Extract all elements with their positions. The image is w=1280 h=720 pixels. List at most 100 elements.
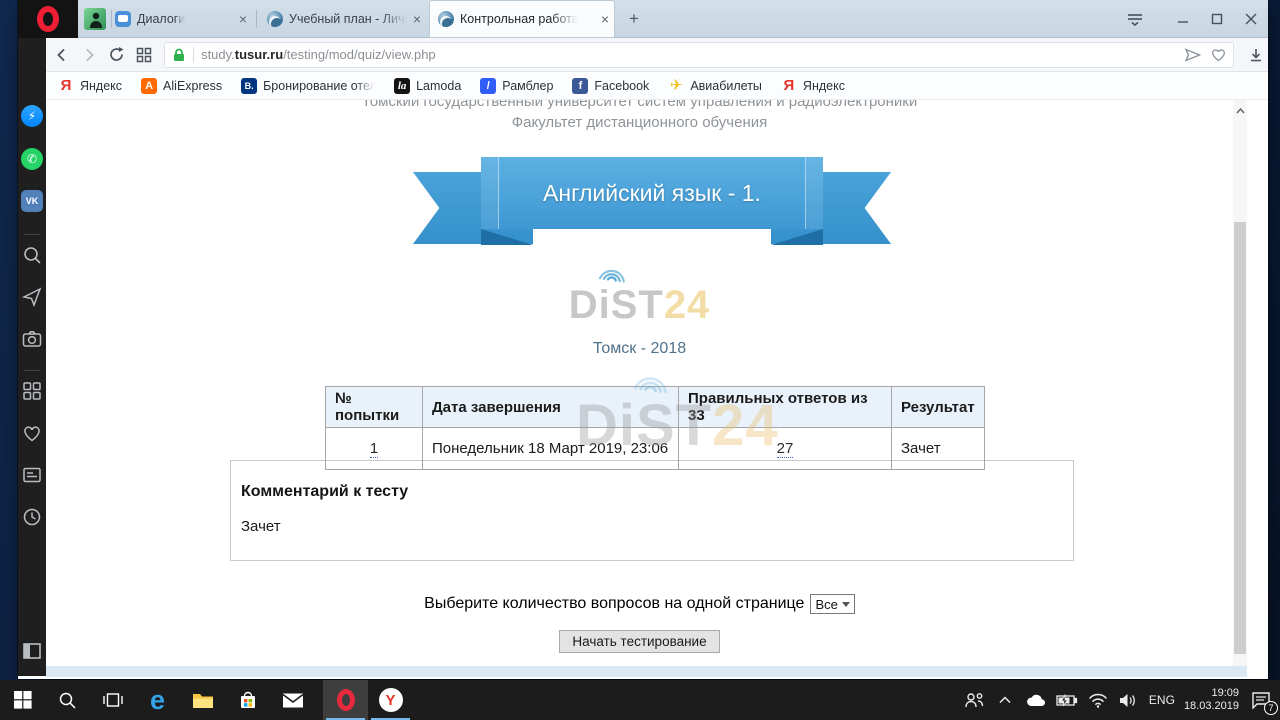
people-icon[interactable]: [963, 689, 985, 711]
table-header-row: № попытки Дата завершения Правильных отв…: [326, 387, 985, 428]
personal-news-icon[interactable]: [21, 464, 43, 486]
questions-per-page-row: Выберите количество вопросов на одной ст…: [46, 594, 1233, 614]
windows-logo-icon: [14, 691, 32, 709]
my-flow-icon[interactable]: [21, 286, 43, 308]
url-text[interactable]: study.tusur.ru/testing/mod/quiz/view.php: [201, 47, 436, 62]
rambler-icon: /: [480, 78, 496, 94]
bookmark-label: Яндекс: [80, 79, 122, 93]
windows-taskbar: e Y: [0, 680, 1280, 720]
mail-button[interactable]: [270, 680, 315, 720]
language-indicator[interactable]: ENG: [1149, 693, 1175, 707]
tab-study-plan[interactable]: Учебный план - Личный ×: [259, 0, 427, 38]
action-center-button[interactable]: 7: [1248, 687, 1274, 713]
opera-logo-icon: [37, 6, 59, 32]
new-tab-button[interactable]: +: [622, 7, 646, 31]
page-scrollbar[interactable]: [1233, 100, 1247, 666]
show-hidden-icons-chevron[interactable]: [994, 689, 1016, 711]
bookmark-label: AliExpress: [163, 79, 222, 93]
pinned-tab[interactable]: [84, 8, 106, 30]
tab-menu-icon[interactable]: [1118, 0, 1152, 38]
bookmarks-bar: Я Яндекс A AliExpress B. Бронирование от…: [46, 72, 1268, 100]
scrollbar-thumb[interactable]: [1234, 222, 1246, 654]
start-test-button[interactable]: Начать тестирование: [559, 630, 719, 653]
logo-text-accent: 24: [664, 283, 711, 327]
vk-icon[interactable]: VK: [21, 190, 43, 212]
speed-dial-icon[interactable]: [21, 380, 43, 402]
correct-answers-link[interactable]: 27: [777, 440, 794, 458]
volume-icon[interactable]: [1118, 689, 1140, 711]
close-button[interactable]: [1234, 0, 1268, 38]
bookmark-yandex-2[interactable]: Я Яндекс: [781, 78, 845, 94]
messenger-icon[interactable]: ⚡: [21, 105, 43, 127]
bookmark-yandex[interactable]: Я Яндекс: [58, 78, 122, 94]
wifi-icon[interactable]: [1087, 689, 1109, 711]
header-finished: Дата завершения: [423, 387, 679, 428]
microsoft-store-button[interactable]: [225, 680, 270, 720]
whatsapp-icon[interactable]: ✆: [21, 148, 43, 170]
task-view-button[interactable]: [90, 680, 135, 720]
comment-title: Комментарий к тесту: [241, 483, 408, 501]
tab-title: Контрольная работа по д: [460, 12, 578, 26]
scroll-up-icon[interactable]: [1233, 104, 1247, 118]
edge-button[interactable]: e: [135, 680, 180, 720]
forward-icon[interactable]: [78, 43, 102, 67]
bookmark-facebook[interactable]: f Facebook: [572, 78, 649, 94]
tab-dialogs[interactable]: Диалоги ×: [115, 0, 253, 38]
opera-menu-button[interactable]: [18, 0, 78, 38]
secure-lock-icon[interactable]: [171, 47, 187, 63]
minimize-button[interactable]: [1166, 0, 1200, 38]
dist24-logo: DiST24: [46, 283, 1233, 328]
attempt-link[interactable]: 1: [370, 440, 378, 458]
bookmark-aviabilety[interactable]: ✈ Авиабилеты: [668, 78, 762, 94]
address-bar[interactable]: study.tusur.ru/testing/mod/quiz/view.php: [164, 42, 1234, 68]
start-button[interactable]: [0, 680, 45, 720]
maximize-button[interactable]: [1200, 0, 1234, 38]
page-content: Томский государственный университет сист…: [46, 100, 1247, 677]
notification-badge: 7: [1264, 701, 1278, 715]
yandex-browser-button[interactable]: Y: [368, 680, 413, 720]
bookmark-rambler[interactable]: / Рамблер: [480, 78, 553, 94]
bookmark-label: Lamoda: [416, 79, 461, 93]
reload-icon[interactable]: [105, 43, 129, 67]
opera-sidebar: ⚡ ✆ VK: [18, 38, 46, 676]
start-button-row: Начать тестирование: [46, 630, 1233, 653]
time: 19:09: [1184, 687, 1239, 700]
tab-close-icon[interactable]: ×: [407, 11, 427, 27]
wifi-arcs-icon: [596, 259, 629, 285]
bookmarks-heart-icon[interactable]: [21, 422, 43, 444]
bookmark-lamoda[interactable]: la Lamoda: [394, 78, 461, 94]
onedrive-cloud-icon[interactable]: [1025, 689, 1047, 711]
bookmark-heart-icon[interactable]: [1210, 47, 1227, 62]
booking-icon: B.: [241, 78, 257, 94]
questions-per-page-select[interactable]: Все: [810, 594, 854, 614]
opera-taskbar-button[interactable]: [323, 680, 368, 720]
bookmark-label: Яндекс: [803, 79, 845, 93]
history-clock-icon[interactable]: [21, 506, 43, 528]
download-icon[interactable]: [1244, 43, 1268, 67]
clock[interactable]: 19:09 18.03.2019: [1184, 687, 1239, 713]
page-footer-strip: [46, 666, 1247, 677]
result-cell: Зачет: [892, 428, 985, 470]
tab-close-icon[interactable]: ×: [233, 11, 253, 27]
yandex-icon: Я: [58, 78, 74, 94]
bookmark-aliexpress[interactable]: A AliExpress: [141, 78, 222, 94]
tab-separator: [111, 10, 112, 28]
taskbar-search-button[interactable]: [45, 680, 90, 720]
aliexpress-icon: A: [141, 78, 157, 94]
tab-close-icon[interactable]: ×: [595, 11, 615, 27]
snapshot-camera-icon[interactable]: [21, 328, 43, 350]
bookmark-booking[interactable]: B. Бронирование отеле: [241, 78, 375, 94]
sidebar-setup-icon[interactable]: [21, 640, 43, 662]
file-explorer-button[interactable]: [180, 680, 225, 720]
city-year: Томск - 2018: [46, 340, 1233, 358]
search-icon: [58, 691, 77, 710]
back-icon[interactable]: [50, 43, 74, 67]
search-icon[interactable]: [21, 244, 43, 266]
system-tray: ENG 19:09 18.03.2019 7: [963, 680, 1280, 720]
bookmark-label: Рамблер: [502, 79, 553, 93]
speed-dial-icon[interactable]: [133, 43, 157, 67]
share-page-icon[interactable]: [1184, 47, 1202, 63]
tab-quiz-active[interactable]: Контрольная работа по д ×: [429, 0, 615, 38]
battery-icon[interactable]: [1056, 689, 1078, 711]
university-name: Томский государственный университет сист…: [46, 100, 1233, 110]
